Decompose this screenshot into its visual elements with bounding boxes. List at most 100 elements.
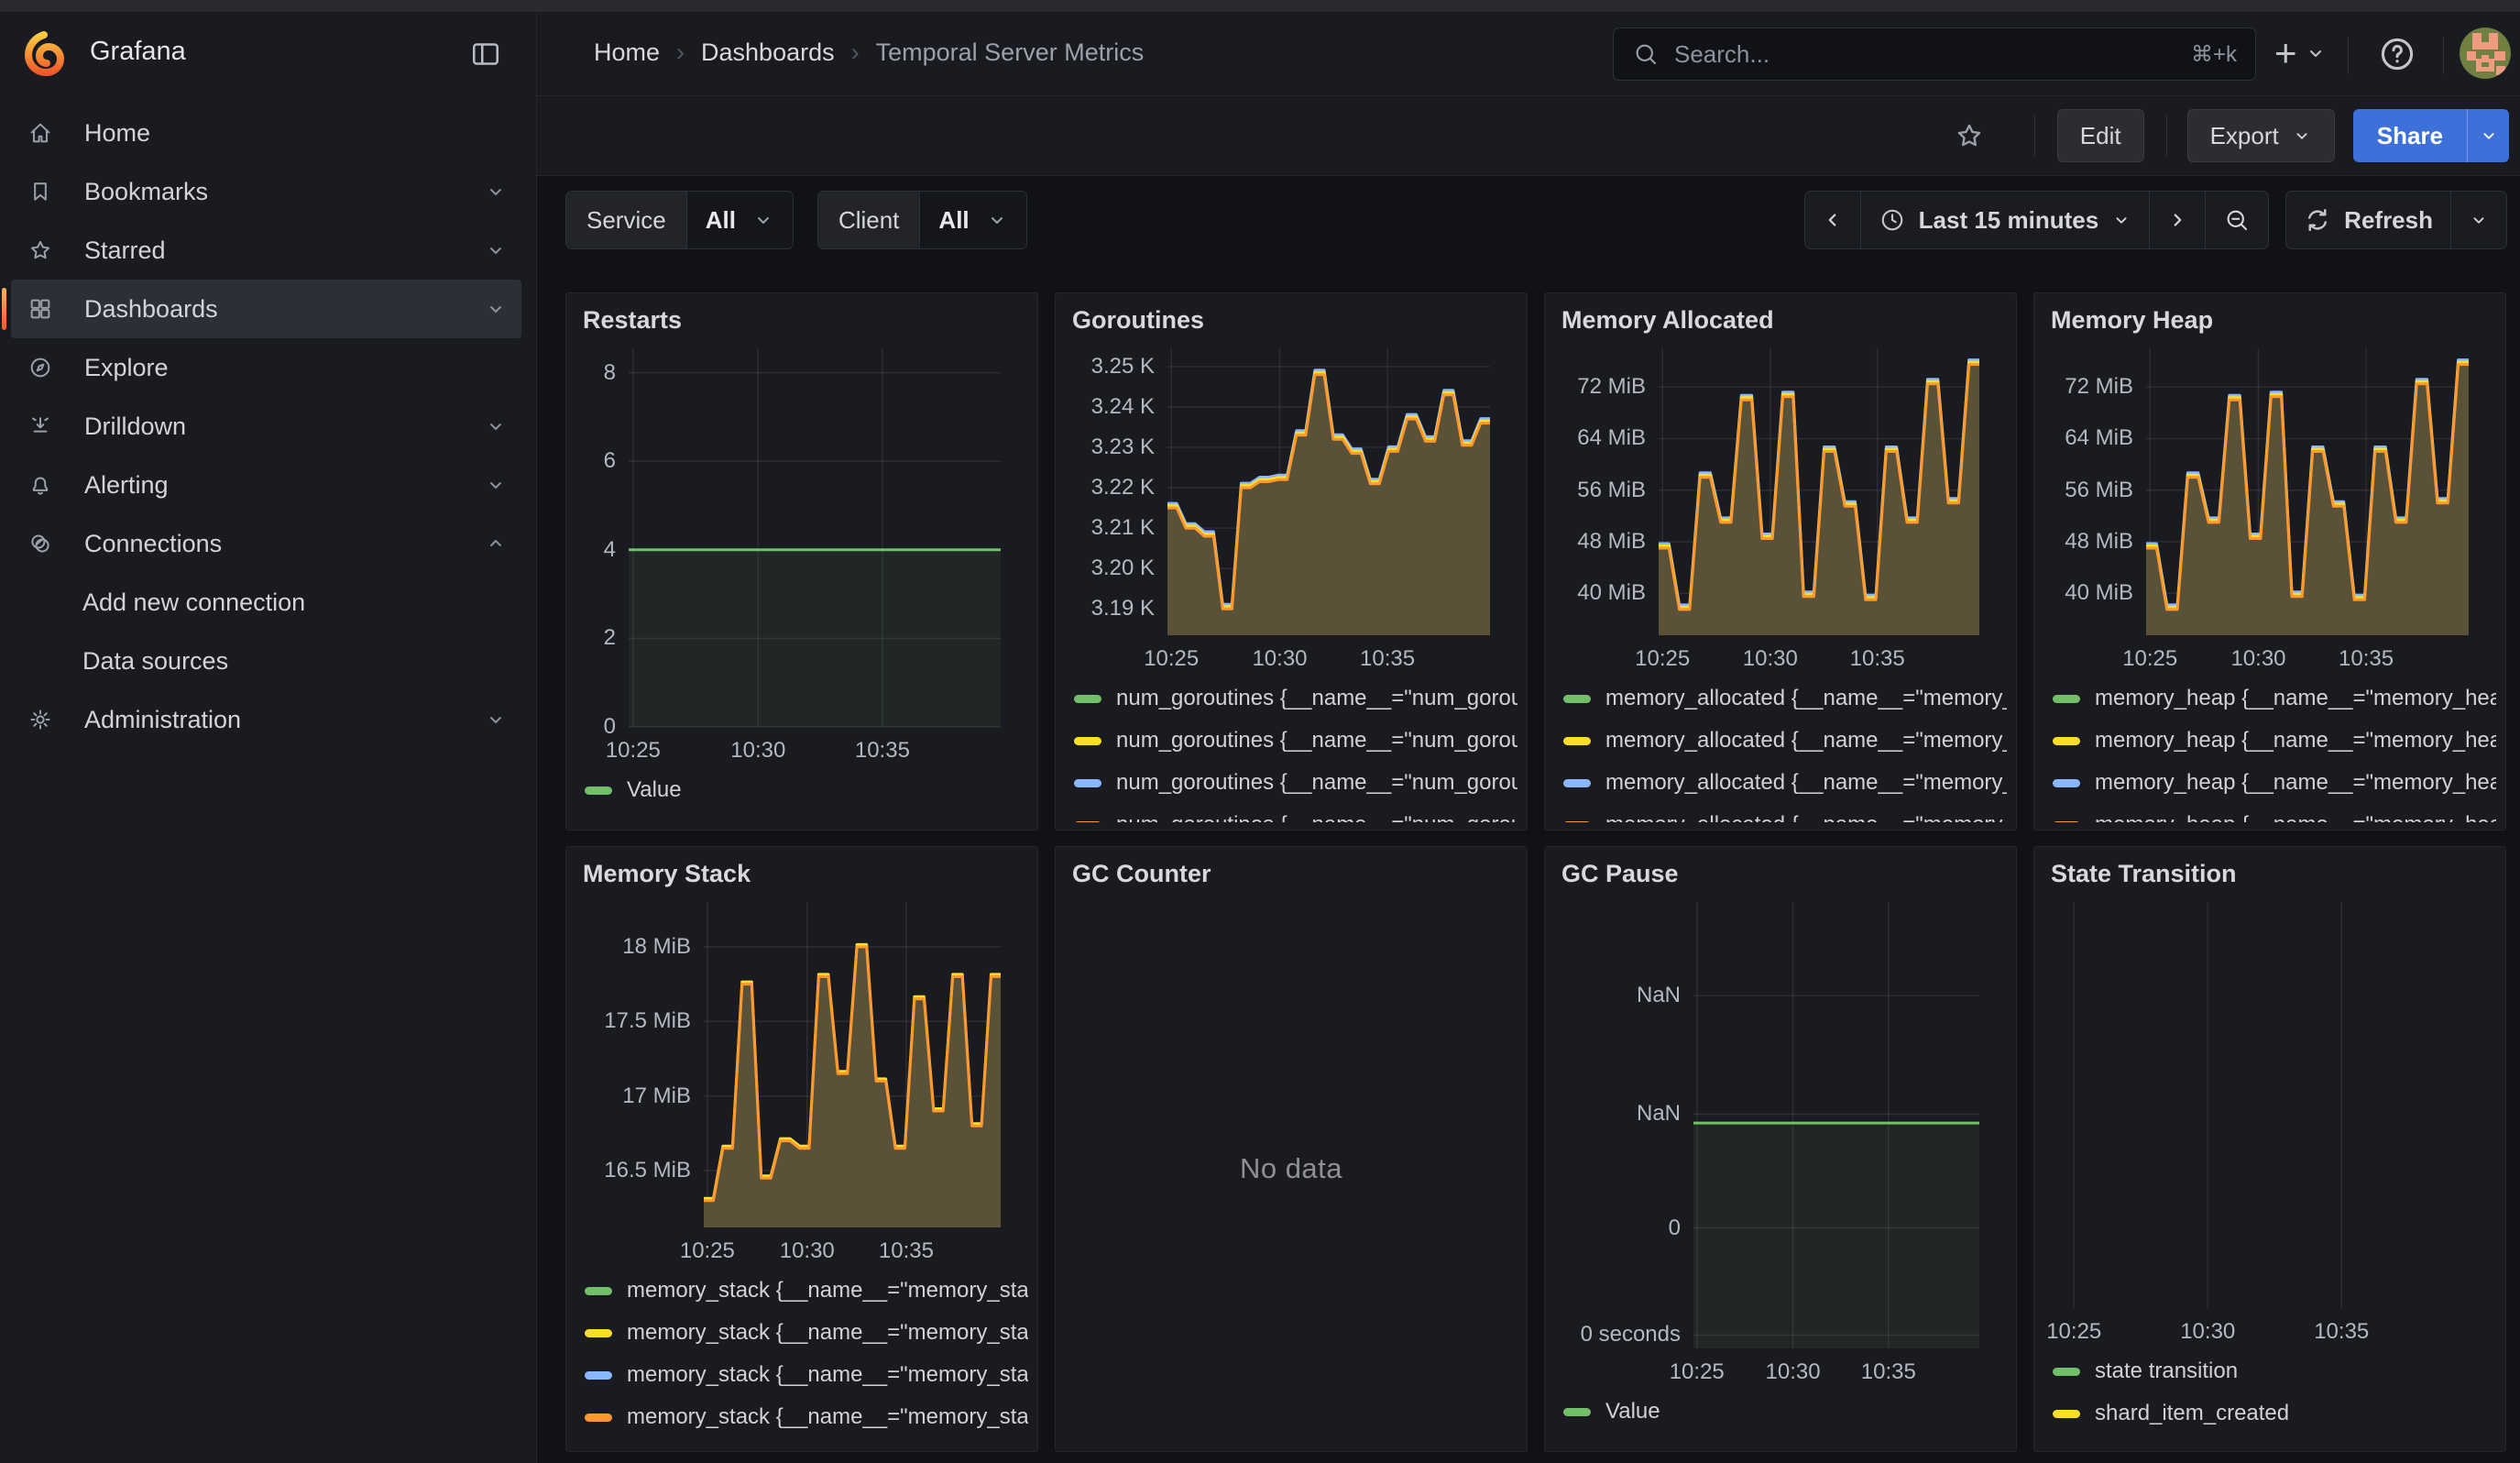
sidebar-item-chevron[interactable]: [485, 181, 507, 203]
y-tick-label: 56 MiB: [2065, 478, 2133, 503]
panel-title[interactable]: State Transition: [2043, 854, 2496, 893]
chart-area[interactable]: 18 MiB17.5 MiB17 MiB16.5 MiB10:2510:3010…: [575, 893, 1028, 1270]
sidebar-subitem-add-new-connection[interactable]: Add new connection: [11, 573, 521, 632]
legend-label: memory_stack {__name__="memory_sta: [627, 1320, 1028, 1346]
star-icon: [27, 237, 53, 263]
chart-area[interactable]: 8642010:2510:3010:35: [575, 339, 1028, 769]
legend-item[interactable]: num_goroutines {__name__="num_gorout: [1074, 677, 1517, 720]
sidebar-item-chevron[interactable]: [485, 533, 507, 555]
breadcrumb-home[interactable]: Home: [594, 38, 660, 67]
dashboard-canvas: Service All Client All Last 15 minutes: [537, 177, 2520, 1463]
sidebar-item-chevron[interactable]: [485, 709, 507, 731]
refresh-interval-dropdown[interactable]: [2451, 192, 2506, 248]
favorite-star-icon[interactable]: [1954, 120, 1985, 151]
share-dropdown-button[interactable]: [2467, 109, 2509, 162]
time-range-picker[interactable]: Last 15 minutes: [1861, 192, 2151, 248]
chart-area[interactable]: 3.25 K3.24 K3.23 K3.22 K3.21 K3.20 K3.19…: [1065, 339, 1517, 677]
legend-item[interactable]: Value: [585, 769, 1028, 811]
sidebar-item-dashboards[interactable]: Dashboards: [11, 280, 521, 338]
y-tick-label: 3.19 K: [1091, 596, 1155, 622]
chevron-down-icon: [2292, 126, 2312, 146]
add-new-button[interactable]: +: [2274, 32, 2327, 74]
grafana-logo-icon[interactable]: [22, 30, 66, 78]
legend-label: num_goroutines {__name__="num_gorout: [1116, 686, 1517, 711]
x-tick-label: 10:30: [1743, 646, 1798, 672]
sidebar-item-chevron[interactable]: [485, 239, 507, 261]
legend-item[interactable]: memory_heap {__name__="memory_heap: [2053, 804, 2496, 822]
sidebar-toggle-icon[interactable]: [469, 38, 502, 71]
legend-item[interactable]: memory_allocated {__name__="memory_a: [1563, 720, 2007, 762]
help-icon[interactable]: [2377, 34, 2417, 74]
user-avatar[interactable]: [2460, 28, 2511, 79]
export-button[interactable]: Export: [2187, 109, 2335, 162]
chart-area[interactable]: 72 MiB64 MiB56 MiB48 MiB40 MiB10:2510:30…: [2043, 339, 2496, 677]
legend-item[interactable]: memory_heap {__name__="memory_heap: [2053, 677, 2496, 720]
legend-swatch: [1563, 821, 1591, 823]
legend-label: state transition: [2095, 1358, 2238, 1384]
legend-item[interactable]: memory_heap {__name__="memory_heap: [2053, 720, 2496, 762]
panel-title[interactable]: Goroutines: [1065, 301, 1517, 339]
chart-svg: [1554, 893, 2007, 1391]
share-button-group: Share: [2353, 109, 2509, 162]
filter-client-select[interactable]: All: [920, 192, 1025, 248]
panel-title[interactable]: GC Counter: [1065, 854, 1517, 893]
legend-item[interactable]: memory_heap {__name__="memory_heap: [2053, 762, 2496, 804]
sidebar-item-administration[interactable]: Administration: [11, 690, 521, 749]
panel-title[interactable]: GC Pause: [1554, 854, 2007, 893]
chevron-down-icon: [2479, 126, 2499, 146]
zoom-out-button[interactable]: [2206, 192, 2268, 248]
filter-service-select[interactable]: All: [687, 192, 793, 248]
legend-item[interactable]: memory_stack {__name__="memory_sta: [585, 1354, 1028, 1396]
sidebar-item-label: Drilldown: [84, 412, 454, 441]
panel-title[interactable]: Memory Heap: [2043, 301, 2496, 339]
sidebar-item-starred[interactable]: Starred: [11, 221, 521, 280]
filter-service-label: Service: [566, 192, 687, 248]
legend-item[interactable]: memory_allocated {__name__="memory_a: [1563, 762, 2007, 804]
legend-item[interactable]: memory_stack {__name__="memory_sta: [585, 1396, 1028, 1438]
chart-area[interactable]: NaNNaN00 seconds10:2510:3010:35: [1554, 893, 2007, 1391]
sidebar-item-chevron[interactable]: [485, 415, 507, 437]
time-shift-forward-button[interactable]: [2150, 192, 2206, 248]
search-input[interactable]: Search... ⌘+k: [1613, 28, 2256, 81]
filter-client: Client All: [817, 191, 1027, 249]
refresh-button[interactable]: Refresh: [2286, 192, 2451, 248]
legend-item[interactable]: memory_stack {__name__="memory_sta: [585, 1270, 1028, 1312]
sidebar-item-chevron[interactable]: [485, 298, 507, 320]
bookmark-icon: [27, 179, 53, 204]
legend-item[interactable]: shard_item_created: [2053, 1392, 2496, 1435]
x-tick-label: 10:35: [1850, 646, 1905, 672]
x-tick-label: 10:25: [1635, 646, 1690, 672]
panel-title[interactable]: Memory Stack: [575, 854, 1028, 893]
legend-item[interactable]: memory_allocated {__name__="memory_a: [1563, 677, 2007, 720]
legend-item[interactable]: memory_stack {__name__="memory_sta: [585, 1312, 1028, 1354]
legend-item[interactable]: num_goroutines {__name__="num_gorout: [1074, 804, 1517, 822]
sidebar-item-bookmarks[interactable]: Bookmarks: [11, 162, 521, 221]
share-button[interactable]: Share: [2353, 109, 2467, 162]
panel-title[interactable]: Restarts: [575, 301, 1028, 339]
sidebar-item-explore[interactable]: Explore: [11, 338, 521, 397]
y-tick-label: 56 MiB: [1577, 478, 1646, 503]
sidebar-item-alerting[interactable]: Alerting: [11, 456, 521, 514]
sidebar-subitem-data-sources[interactable]: Data sources: [11, 632, 521, 690]
time-shift-back-button[interactable]: [1805, 192, 1861, 248]
edit-button[interactable]: Edit: [2057, 109, 2144, 162]
sidebar-item-home[interactable]: Home: [11, 104, 521, 162]
panel-title[interactable]: Memory Allocated: [1554, 301, 2007, 339]
breadcrumb-dashboards[interactable]: Dashboards: [701, 38, 835, 67]
chart-area[interactable]: 10:2510:3010:35: [2043, 893, 2496, 1350]
header-divider: [2348, 38, 2349, 74]
legend: num_goroutines {__name__="num_goroutnum_…: [1065, 677, 1517, 822]
sidebar-item-label: Home: [84, 119, 521, 148]
x-tick-label: 10:30: [1252, 646, 1307, 672]
legend-swatch: [2053, 737, 2080, 745]
sidebar-item-connections[interactable]: Connections: [11, 514, 521, 573]
sidebar-item-drilldown[interactable]: Drilldown: [11, 397, 521, 456]
sidebar-item-chevron[interactable]: [485, 474, 507, 496]
legend-item[interactable]: Value: [1563, 1391, 2007, 1433]
legend-item[interactable]: num_goroutines {__name__="num_gorout: [1074, 720, 1517, 762]
legend-item[interactable]: memory_allocated {__name__="memory_a: [1563, 804, 2007, 822]
legend-item[interactable]: state transition: [2053, 1350, 2496, 1392]
legend-item[interactable]: num_goroutines {__name__="num_gorout: [1074, 762, 1517, 804]
chart-area[interactable]: 72 MiB64 MiB56 MiB48 MiB40 MiB10:2510:30…: [1554, 339, 2007, 677]
x-tick-label: 10:25: [2046, 1319, 2101, 1345]
